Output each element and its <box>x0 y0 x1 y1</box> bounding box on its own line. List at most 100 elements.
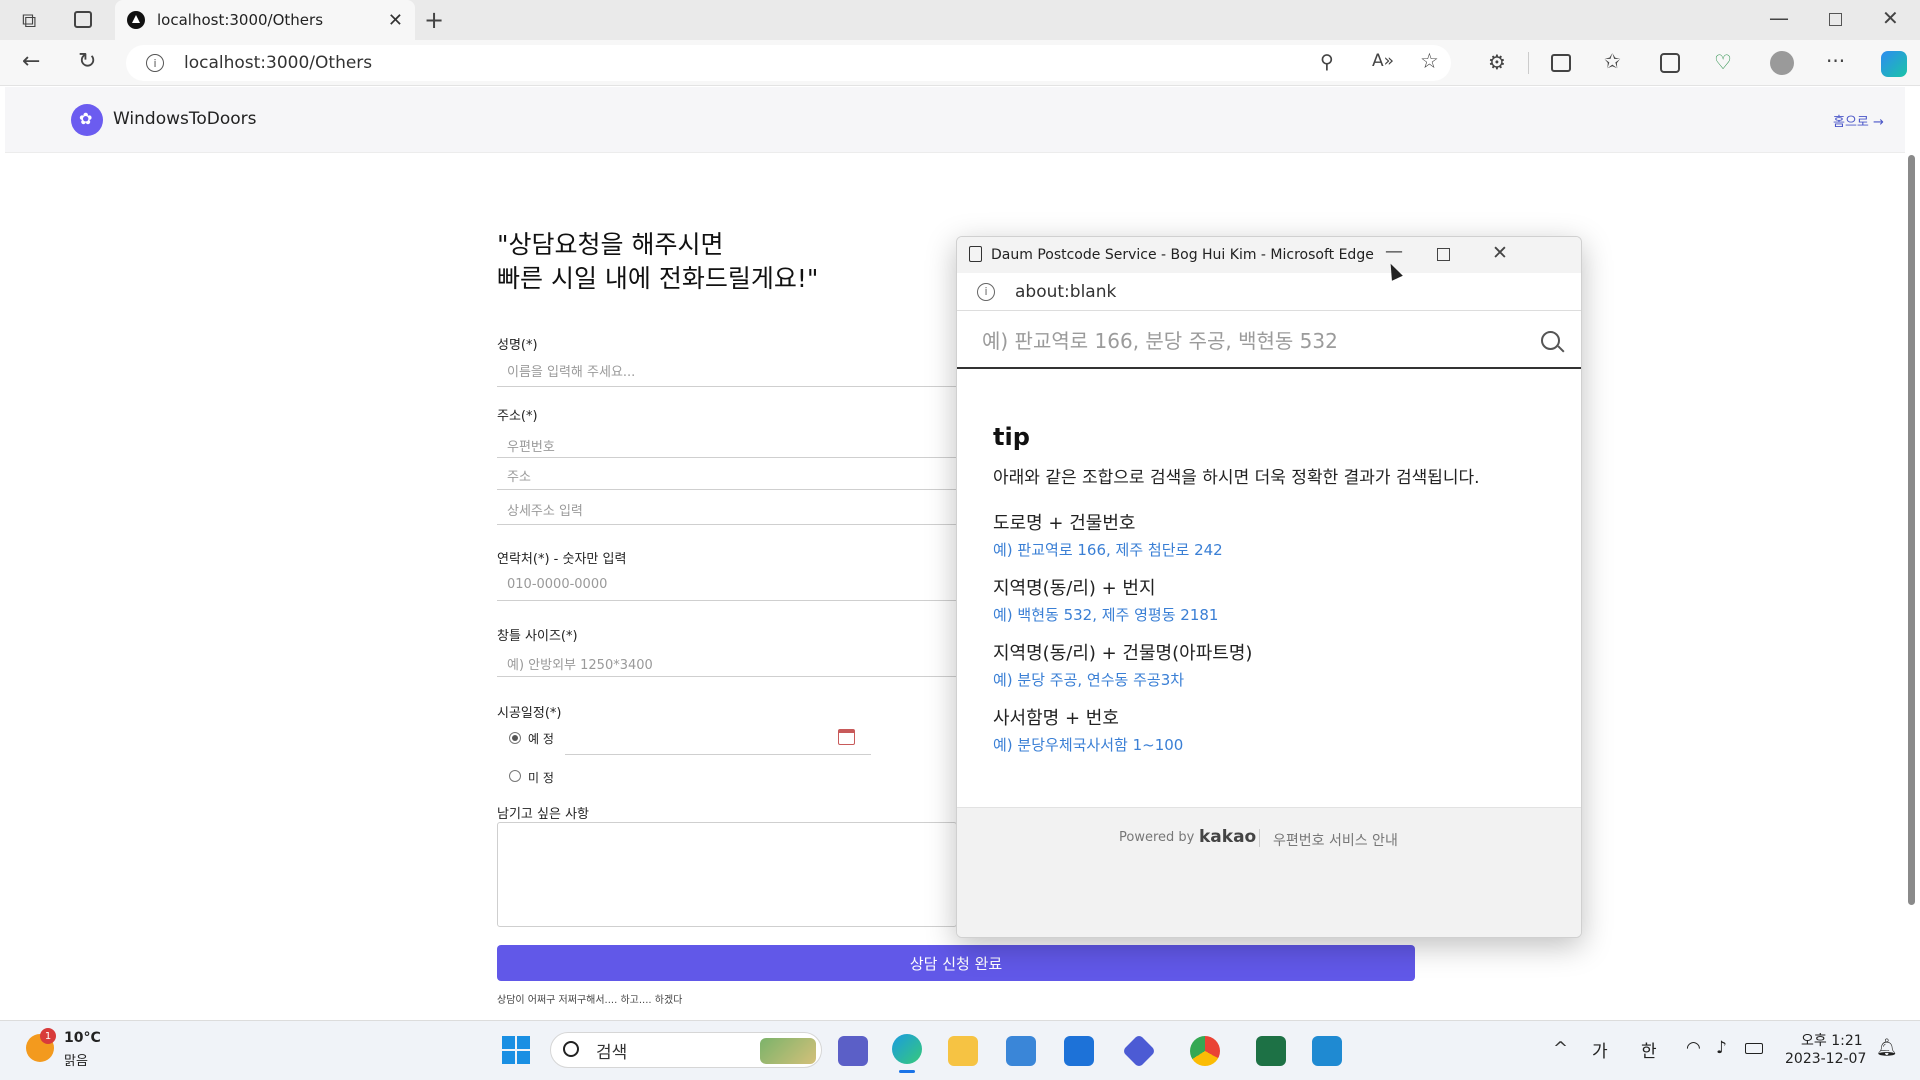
page-scrollbar[interactable] <box>1908 155 1915 905</box>
schedule-planned-radio[interactable] <box>509 732 521 744</box>
tab-title: localhost:3000/Others <box>157 11 324 29</box>
postcode-input[interactable]: 우편번호 <box>497 436 957 458</box>
popup-maximize-icon[interactable] <box>1437 248 1450 261</box>
profile-avatar-icon[interactable] <box>1770 51 1794 75</box>
brand-name[interactable]: WindowsToDoors <box>113 109 257 129</box>
popup-info-icon[interactable]: i <box>977 282 995 301</box>
schedule-undecided-radio[interactable] <box>509 770 521 782</box>
volume-icon[interactable]: ♪ <box>1716 1038 1727 1058</box>
browser-tab[interactable]: localhost:3000/Others ✕ <box>115 0 415 40</box>
schedule-planned-label[interactable]: 예 정 <box>528 730 554 747</box>
popup-titlebar[interactable]: Daum Postcode Service - Bog Hui Kim - Mi… <box>957 237 1581 273</box>
calendar-icon[interactable] <box>838 729 855 745</box>
tab-actions-icon[interactable] <box>74 11 92 28</box>
ime-mode-2[interactable]: 한 <box>1641 1037 1657 1062</box>
site-favicon-icon <box>127 11 145 29</box>
kakao-logo[interactable]: kakao <box>1199 827 1256 847</box>
microsoft-store-icon[interactable] <box>1006 1036 1036 1066</box>
address-input[interactable]: 주소 <box>497 466 957 490</box>
vscode-icon[interactable] <box>1312 1036 1342 1066</box>
address-text: localhost:3000/Others <box>184 53 373 73</box>
split-screen-icon[interactable] <box>1551 54 1571 72</box>
window-maximize-icon[interactable] <box>1829 13 1842 26</box>
weather-temp[interactable]: 10°C <box>64 1030 101 1046</box>
postcode-search-input[interactable]: 예) 판교역로 166, 분당 주공, 백현동 532 <box>957 311 1581 369</box>
page-title: "상담요청을 해주시면 빠른 시일 내에 전화드릴게요!" <box>497 228 818 296</box>
name-input[interactable]: 이름을 입력해 주세요... <box>497 361 957 387</box>
tip-example: 예) 분당 주공, 연수동 주공3차 <box>993 671 1185 689</box>
taskbar-search-placeholder: 검색 <box>596 1042 628 1063</box>
page-title-line1: "상담요청을 해주시면 <box>497 230 724 259</box>
clock-date[interactable]: 2023-12-07 <box>1785 1051 1866 1067</box>
read-aloud-icon[interactable]: A» <box>1372 51 1394 71</box>
popup-footer: Powered by kakao 우편번호 서비스 안내 <box>957 807 1581 937</box>
size-input[interactable]: 예) 안방외부 1250*3400 <box>497 654 957 677</box>
tip-category: 사서함명 + 번호 <box>993 708 1119 729</box>
tip-description: 아래와 같은 조합으로 검색을 하시면 더욱 정확한 결과가 검색됩니다. <box>993 468 1480 488</box>
taskbar-search-icon <box>563 1041 579 1057</box>
start-windows-icon[interactable] <box>502 1036 530 1064</box>
address-bar[interactable]: i localhost:3000/Others <box>126 45 1451 81</box>
favorite-star-icon[interactable]: ☆ <box>1420 49 1439 73</box>
search-highlight-image <box>760 1038 816 1064</box>
tip-example: 예) 판교역로 166, 제주 첨단로 242 <box>993 541 1223 559</box>
clock-time[interactable]: 오후 1:21 <box>1801 1030 1863 1050</box>
notes-label: 남기고 싶은 사항 <box>497 807 589 822</box>
submit-button[interactable]: 상담 신청 완료 <box>497 945 1415 981</box>
size-label: 창틀 사이즈(*) <box>497 629 578 644</box>
workspaces-icon[interactable]: ⧉ <box>22 8 36 32</box>
tab-close-icon[interactable]: ✕ <box>388 10 403 31</box>
tip-category: 지역명(동/리) + 번지 <box>993 578 1156 599</box>
more-options-icon[interactable]: ··· <box>1826 49 1845 73</box>
active-app-indicator <box>899 1070 915 1073</box>
schedule-date-input[interactable] <box>565 727 871 755</box>
favorites-icon[interactable]: ✩ <box>1604 49 1621 73</box>
extensions-icon[interactable]: ⚙ <box>1488 50 1506 74</box>
phone-input[interactable]: 010-0000-0000 <box>497 577 957 601</box>
service-info-link[interactable]: 우편번호 서비스 안내 <box>1273 830 1398 850</box>
phone-label: 연락처(*) - 숫자만 입력 <box>497 552 627 567</box>
battery-icon[interactable] <box>1745 1043 1763 1054</box>
schedule-label: 시공일정(*) <box>497 706 562 721</box>
footnote-text: 상담이 어쩌구 저쩌구해서.... 하고.... 하겠다 <box>497 995 683 1006</box>
excel-icon[interactable] <box>1256 1036 1286 1066</box>
popup-address-bar[interactable]: i about:blank <box>957 273 1581 311</box>
window-close-icon[interactable]: ✕ <box>1882 6 1899 30</box>
zoom-icon[interactable]: ⚲ <box>1320 51 1334 73</box>
name-label: 성명(*) <box>497 338 538 353</box>
mail-icon[interactable] <box>1064 1036 1094 1066</box>
new-tab-icon[interactable]: + <box>424 6 444 34</box>
site-info-icon[interactable]: i <box>146 54 164 72</box>
copilot-icon[interactable] <box>1881 51 1907 77</box>
tray-chevron-icon[interactable]: ^ <box>1553 1038 1568 1059</box>
page-title-line2: 빠른 시일 내에 전화드릴게요!" <box>497 264 819 293</box>
ime-mode-1[interactable]: 가 <box>1592 1037 1608 1062</box>
tip-title: tip <box>993 423 1030 451</box>
popup-minimize-icon[interactable]: — <box>1385 241 1403 262</box>
schedule-undecided-label[interactable]: 미 정 <box>528 769 554 786</box>
brand-logo-icon[interactable] <box>71 104 103 136</box>
popup-url: about:blank <box>1015 281 1117 302</box>
detail-address-input[interactable]: 상세주소 입력 <box>497 500 957 525</box>
window-minimize-icon[interactable]: — <box>1769 6 1789 30</box>
weather-desc[interactable]: 맑음 <box>64 1050 88 1069</box>
home-link[interactable]: 홈으로 → <box>1833 111 1884 130</box>
edge-icon[interactable] <box>892 1034 922 1064</box>
app-header <box>5 87 1905 153</box>
back-icon[interactable]: ← <box>22 49 40 74</box>
page-icon <box>969 246 982 262</box>
notes-textarea[interactable] <box>497 822 957 927</box>
postcode-search-placeholder: 예) 판교역로 166, 분당 주공, 백현동 532 <box>982 328 1338 353</box>
chrome-icon[interactable] <box>1190 1036 1220 1066</box>
notification-bell-icon[interactable]: 🔔︎ <box>1876 1038 1898 1058</box>
weather-badge: 1 <box>40 1028 56 1044</box>
collections-icon[interactable] <box>1660 53 1680 73</box>
popup-close-icon[interactable]: ✕ <box>1492 242 1508 264</box>
file-explorer-icon[interactable] <box>948 1036 978 1066</box>
browser-essentials-icon[interactable]: ♡ <box>1714 50 1732 74</box>
wifi-icon[interactable]: ◠ <box>1686 1038 1701 1058</box>
refresh-icon[interactable]: ↻ <box>78 49 96 74</box>
postcode-popup-window: Daum Postcode Service - Bog Hui Kim - Mi… <box>956 236 1582 938</box>
tip-category: 도로명 + 건물번호 <box>993 513 1136 534</box>
teams-icon[interactable] <box>838 1036 868 1066</box>
